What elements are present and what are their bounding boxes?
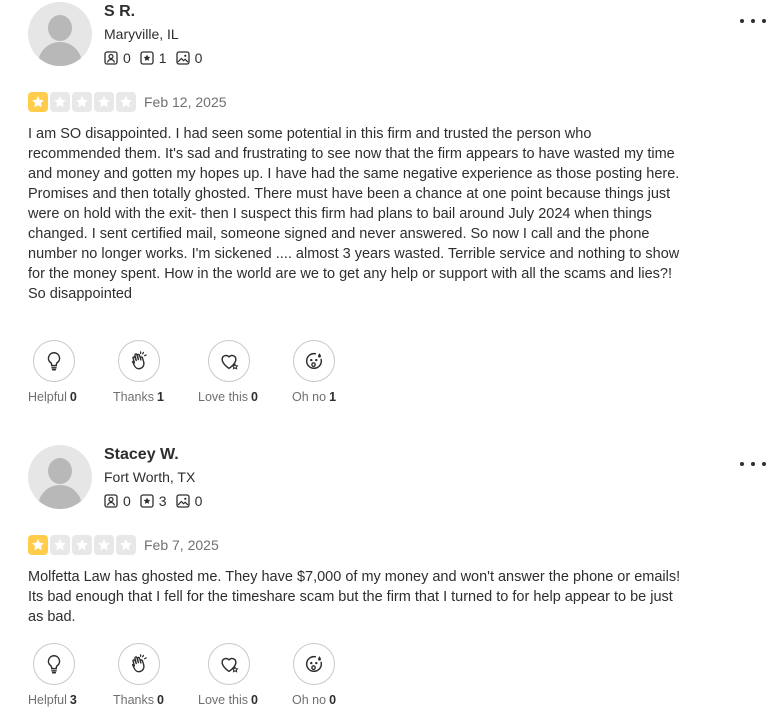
oh-no-label: Oh no: [292, 390, 327, 404]
photos-count: 0: [194, 50, 203, 66]
friends-icon: [104, 51, 118, 65]
review-text: I am SO disappointed. I had seen some po…: [28, 124, 688, 304]
love-this-count: 0: [251, 693, 258, 707]
user-location: Fort Worth, TX: [104, 469, 196, 485]
review-text: Molfetta Law has ghosted me. They have $…: [28, 567, 688, 627]
star-icon: [94, 535, 114, 555]
review-paragraph: I am SO disappointed. I had seen some po…: [28, 126, 680, 282]
helpful-count: 0: [69, 390, 77, 404]
oh-no-button[interactable]: Oh no 1: [292, 340, 336, 405]
review-star-icon: [140, 51, 154, 65]
review-star-icon: [140, 494, 154, 508]
clapping-hands-icon: [131, 351, 147, 370]
photos-stat: 0: [175, 493, 203, 509]
friends-count: 0: [123, 50, 131, 66]
friends-count: 0: [123, 493, 131, 509]
avatar-placeholder-head: [48, 458, 72, 484]
star-rating: [28, 535, 138, 555]
star-icon: [72, 535, 92, 555]
lightbulb-icon: [47, 655, 61, 674]
star-icon: [116, 92, 136, 112]
lightbulb-icon: [47, 352, 61, 371]
star-icon: [50, 92, 70, 112]
star-icon: [94, 92, 114, 112]
reviews-count: 1: [158, 50, 167, 66]
love-this-button[interactable]: Love this 0: [198, 340, 258, 405]
love-this-label: Love this: [198, 693, 249, 707]
avatar[interactable]: [28, 445, 92, 509]
review-paragraph: So disappointed: [28, 286, 132, 302]
user-stats: 0 1 0: [104, 48, 211, 68]
heart-icon: [221, 354, 239, 370]
avatar-placeholder-body: [38, 485, 82, 509]
reviews-count: 3: [158, 493, 167, 509]
helpful-button[interactable]: Helpful 0: [28, 340, 77, 405]
star-icon: [72, 92, 92, 112]
photos-stat: 0: [175, 50, 203, 66]
oh-no-face-icon: [305, 352, 323, 370]
thanks-count: 1: [157, 390, 164, 404]
helpful-label: Helpful: [28, 693, 67, 707]
oh-no-button[interactable]: Oh no 0: [292, 643, 336, 708]
oh-no-face-icon: [305, 655, 323, 673]
photo-icon: [175, 494, 190, 508]
review-paragraph: Molfetta Law has ghosted me. They have $…: [28, 569, 681, 625]
user-name[interactable]: Stacey W.: [104, 445, 179, 465]
star-icon: [28, 92, 48, 112]
star-rating: [28, 92, 138, 112]
oh-no-count: 0: [329, 693, 337, 707]
user-location: Maryville, IL: [104, 26, 179, 42]
oh-no-label: Oh no: [292, 693, 327, 707]
heart-icon: [221, 657, 239, 673]
oh-no-count: 1: [329, 390, 337, 404]
avatar[interactable]: [28, 2, 92, 66]
thanks-button[interactable]: Thanks 1: [113, 340, 164, 405]
avatar-placeholder-body: [38, 42, 82, 66]
avatar-placeholder-head: [48, 15, 72, 41]
review-date: Feb 12, 2025: [144, 94, 227, 110]
love-this-button[interactable]: Love this 0: [198, 643, 258, 708]
helpful-count: 3: [69, 693, 77, 707]
friends-stat: 0: [104, 493, 131, 509]
star-icon: [28, 535, 48, 555]
helpful-button[interactable]: Helpful 3: [28, 643, 77, 708]
thanks-label: Thanks: [113, 693, 154, 707]
photo-icon: [175, 51, 190, 65]
helpful-label: Helpful: [28, 390, 67, 404]
reviews-stat: 1: [140, 50, 167, 66]
photos-count: 0: [194, 493, 203, 509]
thanks-label: Thanks: [113, 390, 154, 404]
more-options-icon[interactable]: [740, 14, 766, 28]
friends-icon: [104, 494, 118, 508]
clapping-hands-icon: [131, 654, 147, 673]
star-icon: [50, 535, 70, 555]
review-date: Feb 7, 2025: [144, 537, 219, 553]
star-icon: [116, 535, 136, 555]
love-this-count: 0: [251, 390, 258, 404]
thanks-count: 0: [157, 693, 164, 707]
user-stats: 0 3 0: [104, 491, 211, 511]
more-options-icon[interactable]: [740, 457, 766, 471]
friends-stat: 0: [104, 50, 131, 66]
user-name[interactable]: S R.: [104, 2, 135, 22]
reviews-stat: 3: [140, 493, 167, 509]
thanks-button[interactable]: Thanks 0: [113, 643, 164, 708]
love-this-label: Love this: [198, 390, 249, 404]
